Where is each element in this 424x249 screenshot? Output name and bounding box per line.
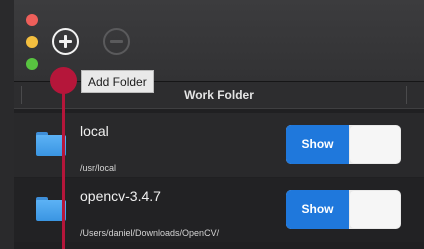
table-row[interactable]: local /usr/local Show [14, 113, 424, 177]
folder-name: opencv-3.4.7 [80, 188, 161, 204]
show-toggle[interactable]: Show [286, 190, 401, 229]
minus-circle-icon [110, 35, 123, 48]
close-window-button[interactable] [26, 14, 38, 26]
column-divider [406, 86, 407, 104]
show-toggle-label: Show [286, 125, 349, 164]
app-window: Work Folder local /usr/local Show opencv… [14, 0, 424, 249]
table-row[interactable]: opencv-3.4.7 /Users/daniel/Downloads/Ope… [14, 178, 424, 242]
remove-folder-button[interactable] [103, 28, 130, 55]
folder-path: /usr/local [80, 163, 117, 173]
annotation-pointer-dot [50, 67, 77, 94]
folder-path: /Users/daniel/Downloads/OpenCV/ [80, 228, 220, 238]
toolbar [14, 0, 424, 82]
folder-name: local [80, 123, 109, 139]
show-toggle[interactable]: Show [286, 125, 401, 164]
minimize-window-button[interactable] [26, 36, 38, 48]
add-folder-button[interactable] [52, 28, 79, 55]
show-toggle-label: Show [286, 190, 349, 229]
toggle-knob[interactable] [350, 191, 400, 228]
zoom-window-button[interactable] [26, 58, 38, 70]
plus-circle-icon [59, 35, 72, 48]
add-folder-tooltip: Add Folder [81, 70, 154, 93]
toggle-knob[interactable] [350, 126, 400, 163]
annotation-pointer-line [62, 80, 65, 249]
